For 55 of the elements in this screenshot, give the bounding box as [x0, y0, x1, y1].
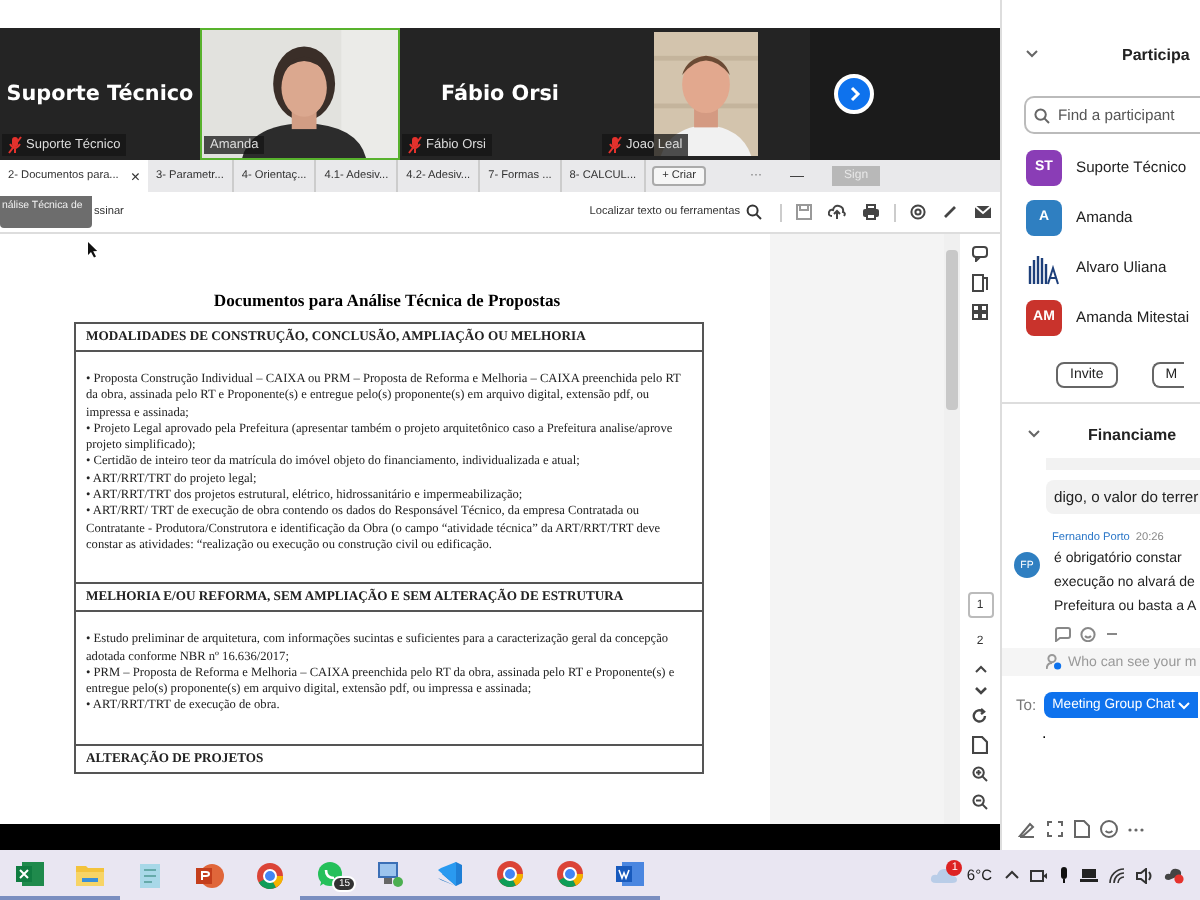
comment-icon[interactable]: [971, 246, 989, 262]
screenshot-icon[interactable]: [1046, 820, 1064, 838]
chevron-down-icon[interactable]: [973, 686, 987, 696]
emoji-add-icon[interactable]: [1080, 626, 1098, 642]
more-icon[interactable]: [1128, 825, 1144, 833]
chat-title: Financiame: [1088, 425, 1177, 443]
computer-icon[interactable]: [376, 859, 404, 887]
document-title: Documentos para Análise Técnica de Propostas: [211, 290, 563, 310]
grid-icon[interactable]: [972, 304, 988, 320]
format-icon[interactable]: [1018, 820, 1036, 838]
presentation-icon[interactable]: [196, 861, 224, 889]
participant-name: Fábio Orsi: [441, 82, 559, 106]
save-icon[interactable]: [796, 204, 812, 220]
muted-mic-icon: [8, 136, 22, 154]
rotate-icon[interactable]: [972, 708, 988, 724]
chevron-right-icon: [846, 86, 862, 102]
close-tab-button[interactable]: ×: [130, 167, 141, 185]
page-icon[interactable]: [972, 736, 988, 754]
browser-icon[interactable]: [496, 859, 524, 887]
upload-icon[interactable]: [828, 204, 846, 220]
zoom-out-icon[interactable]: [972, 794, 988, 810]
muted-mic-icon: [408, 136, 422, 154]
spreadsheet-icon[interactable]: [16, 859, 44, 887]
panel-title: Participa: [1122, 45, 1190, 63]
file-icon[interactable]: [1074, 820, 1090, 838]
word-icon[interactable]: [616, 859, 644, 887]
participant-name: Suporte Técnico: [6, 82, 194, 106]
scrollbar-thumb[interactable]: [946, 250, 958, 410]
next-page-button[interactable]: [834, 74, 874, 114]
camera-icon[interactable]: [1030, 867, 1048, 883]
folder-icon[interactable]: [76, 861, 104, 885]
muted-mic-icon: [608, 136, 622, 154]
microphone-icon[interactable]: [1058, 866, 1070, 884]
wifi-icon[interactable]: [1108, 867, 1126, 883]
laptop-icon[interactable]: [1080, 868, 1098, 882]
speaker-icon[interactable]: [1136, 867, 1154, 883]
zoom-in-icon[interactable]: [972, 766, 988, 782]
caret-icon: [1178, 701, 1191, 709]
print-icon[interactable]: [862, 204, 880, 220]
search-icon: [746, 204, 762, 220]
browser-icon[interactable]: [256, 861, 284, 889]
chevron-up-icon[interactable]: [1004, 870, 1020, 880]
cloud-sync-icon[interactable]: [1164, 866, 1184, 884]
browser-icon[interactable]: [556, 859, 584, 887]
chevron-up-icon[interactable]: [973, 664, 987, 674]
bookmark-icon[interactable]: [972, 274, 988, 292]
mail-icon[interactable]: [974, 204, 992, 220]
collapse-icon[interactable]: [1026, 50, 1038, 58]
reply-icon[interactable]: [1054, 626, 1072, 642]
collapse-icon[interactable]: [1028, 430, 1040, 438]
person-icon: [1046, 654, 1062, 670]
search-icon: [1034, 108, 1050, 124]
code-editor-icon[interactable]: [436, 859, 464, 887]
cursor-icon: [88, 242, 98, 258]
emoji-icon[interactable]: [1100, 820, 1118, 838]
